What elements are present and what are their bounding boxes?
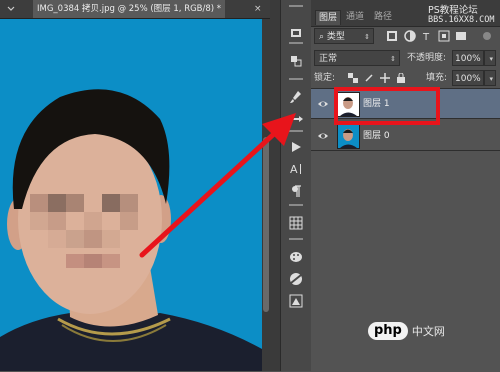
php-logo-text: 中文网 <box>411 325 445 338</box>
php-logo-pill: php <box>368 322 408 340</box>
photoshop-window: IMG_0384 拷贝.jpg @ 25% (图层 1, RGB/8) * × <box>0 0 500 372</box>
php-watermark: php 中文网 <box>368 322 445 340</box>
annotation-arrow <box>139 113 296 258</box>
